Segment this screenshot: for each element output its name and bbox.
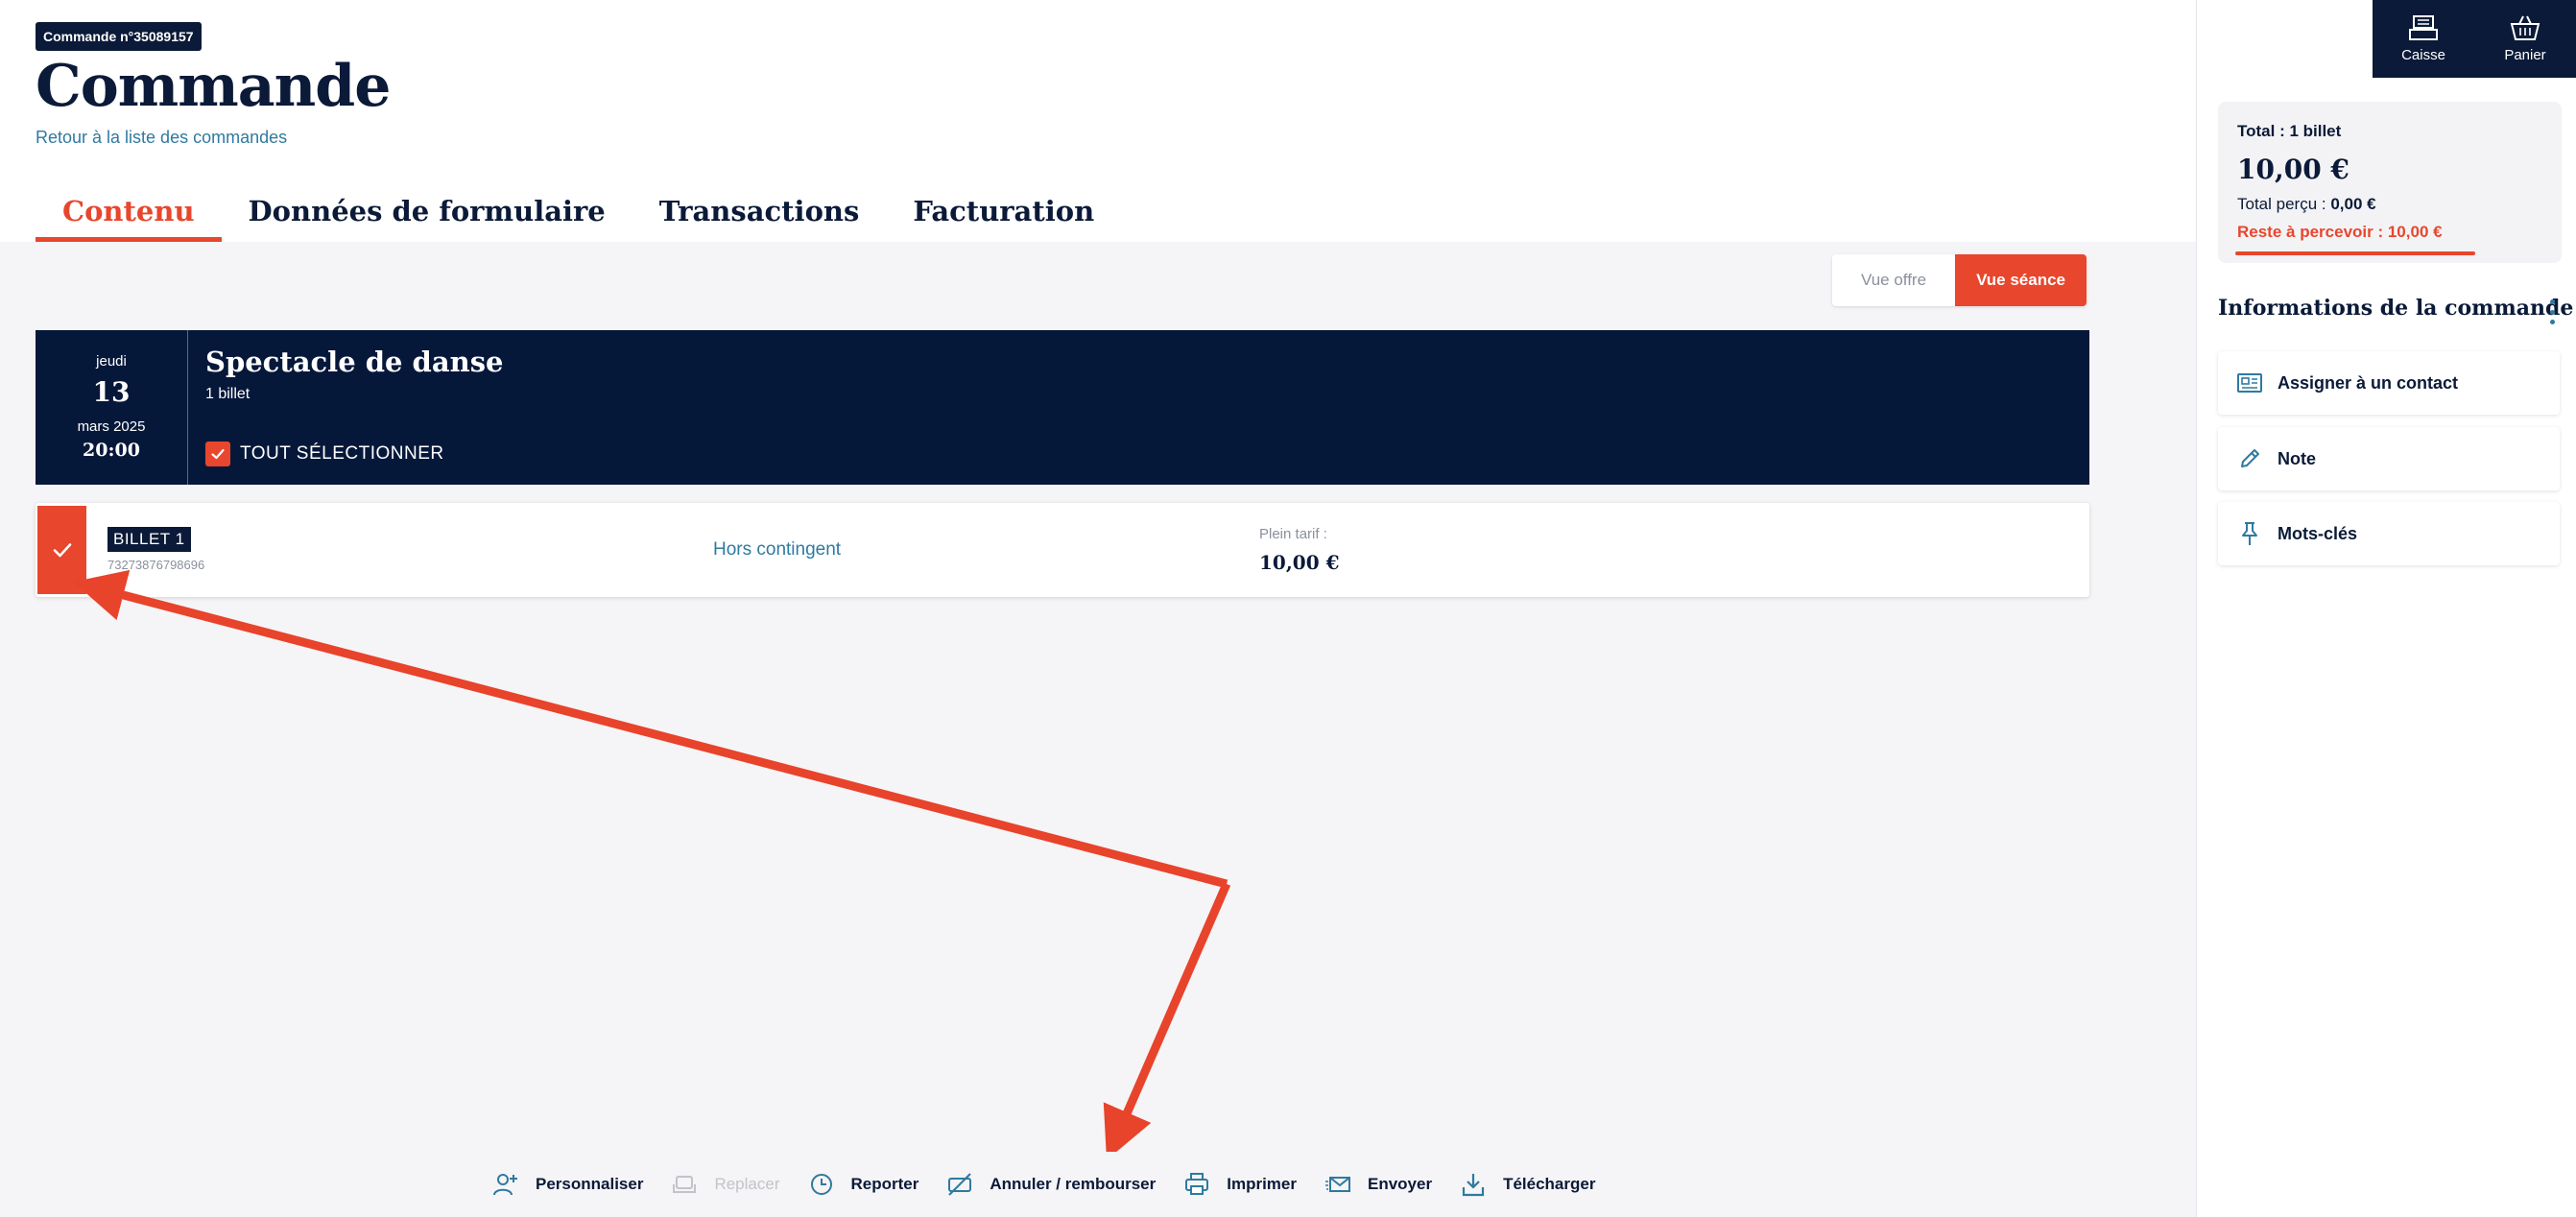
cash-register-icon	[2409, 15, 2438, 40]
keywords-label: Mots-clés	[2278, 523, 2358, 543]
ticket-name: BILLET 1	[107, 527, 191, 552]
total-value: 10,00 €	[2237, 154, 2349, 185]
session-day-of-week: jeudi	[96, 353, 127, 370]
view-toggle: Vue offre Vue séance	[1832, 254, 2087, 306]
total-received: Total perçu : 0,00 €	[2237, 195, 2376, 214]
printer-icon	[1182, 1170, 1211, 1199]
order-info-title: Informations de la commande	[2218, 296, 2574, 321]
download-button[interactable]: Télécharger	[1459, 1161, 1595, 1207]
tab-bar: Contenu Données de formulaire Transactio…	[36, 188, 1121, 242]
view-session-button[interactable]: Vue séance	[1955, 254, 2087, 306]
caisse-button[interactable]: Caisse	[2373, 0, 2474, 78]
ticket-code: 73273876798696	[107, 558, 205, 572]
keywords-button[interactable]: Mots-clés	[2218, 502, 2560, 565]
select-all-checkbox[interactable]: TOUT SÉLECTIONNER	[205, 441, 444, 466]
back-to-orders-link[interactable]: Retour à la liste des commandes	[36, 128, 287, 148]
remaining-amount: Reste à percevoir : 10,00 €	[2237, 223, 2443, 241]
cancel-refund-label: Annuler / rembourser	[990, 1175, 1157, 1193]
personalize-label: Personnaliser	[536, 1175, 644, 1193]
received-value: 0,00 €	[2330, 195, 2376, 213]
seat-icon	[670, 1170, 699, 1199]
received-label: Total perçu :	[2237, 195, 2331, 213]
download-label: Télécharger	[1503, 1175, 1596, 1193]
caisse-label: Caisse	[2401, 47, 2445, 63]
replace-label: Replacer	[714, 1175, 780, 1193]
pin-icon	[2237, 521, 2262, 546]
ticket-rate-value: 10,00 €	[1259, 551, 1340, 574]
bottom-action-bar: Personnaliser Replacer Reporter Annuler …	[0, 1152, 2196, 1217]
session-month-year: mars 2025	[77, 418, 146, 435]
remaining-highlight	[2235, 251, 2475, 255]
show-ticket-count: 1 billet	[205, 386, 250, 402]
annotation-arrow-to-cancel	[1103, 882, 1231, 1160]
session-date: jeudi 13 mars 2025 20:00	[36, 330, 188, 485]
print-label: Imprimer	[1227, 1175, 1297, 1193]
pencil-icon	[2237, 446, 2262, 471]
main-area: Commande n°35089157 Commande Retour à la…	[0, 0, 2196, 1217]
print-button[interactable]: Imprimer	[1182, 1161, 1297, 1207]
checkmark-icon	[53, 543, 71, 558]
ticket-quota[interactable]: Hors contingent	[713, 539, 841, 561]
replace-button[interactable]: Replacer	[670, 1161, 780, 1207]
note-button[interactable]: Note	[2218, 427, 2560, 490]
tab-facturation[interactable]: Facturation	[886, 188, 1121, 242]
total-label: Total : 1 billet	[2237, 122, 2342, 140]
assign-contact-button[interactable]: Assigner à un contact	[2218, 351, 2560, 415]
send-label: Envoyer	[1367, 1175, 1433, 1193]
panier-label: Panier	[2504, 47, 2546, 63]
session-day: 13	[92, 376, 131, 408]
envelope-icon	[1324, 1170, 1352, 1199]
order-summary: Total : 1 billet 10,00 € Total perçu : 0…	[2218, 102, 2562, 263]
session-time: 20:00	[83, 440, 140, 461]
show-title: Spectacle de danse	[205, 346, 504, 378]
ticket-row: BILLET 1 73273876798696 Hors contingent …	[36, 503, 2089, 597]
view-offer-button[interactable]: Vue offre	[1832, 254, 1956, 306]
page-header: Commande n°35089157 Commande Retour à la…	[0, 0, 2196, 242]
page-title: Commande	[36, 53, 391, 120]
postpone-label: Reporter	[850, 1175, 919, 1193]
session-block: jeudi 13 mars 2025 20:00 Spectacle de da…	[36, 330, 2089, 485]
send-button[interactable]: Envoyer	[1324, 1161, 1432, 1207]
basket-icon	[2510, 15, 2540, 40]
note-label: Note	[2278, 448, 2316, 468]
sidebar-top-buttons: Caisse Panier	[2373, 0, 2576, 78]
assign-contact-label: Assigner à un contact	[2278, 372, 2459, 393]
contact-card-icon	[2237, 370, 2262, 395]
tab-transactions[interactable]: Transactions	[632, 188, 887, 242]
cancel-ticket-icon	[945, 1170, 974, 1199]
cancel-refund-button[interactable]: Annuler / rembourser	[945, 1161, 1156, 1207]
postpone-button[interactable]: Reporter	[807, 1161, 919, 1207]
order-number-badge: Commande n°35089157	[36, 22, 202, 51]
ticket-rate-label: Plein tarif :	[1259, 526, 1327, 542]
tab-contenu[interactable]: Contenu	[36, 188, 222, 242]
tab-donnees-formulaire[interactable]: Données de formulaire	[222, 188, 632, 242]
checkmark-icon	[205, 441, 230, 466]
download-icon	[1459, 1170, 1488, 1199]
order-sidebar: Caisse Panier Total : 1 billet 10,00 € T…	[2196, 0, 2576, 1217]
annotation-arrow-to-ticket	[73, 569, 1228, 889]
personalize-button[interactable]: Personnaliser	[491, 1161, 643, 1207]
clock-icon	[807, 1170, 836, 1199]
add-user-icon	[491, 1170, 520, 1199]
ticket-checkbox[interactable]	[37, 506, 86, 594]
panier-button[interactable]: Panier	[2474, 0, 2576, 78]
more-options-icon[interactable]	[2542, 298, 2562, 326]
select-all-label: TOUT SÉLECTIONNER	[240, 443, 444, 464]
